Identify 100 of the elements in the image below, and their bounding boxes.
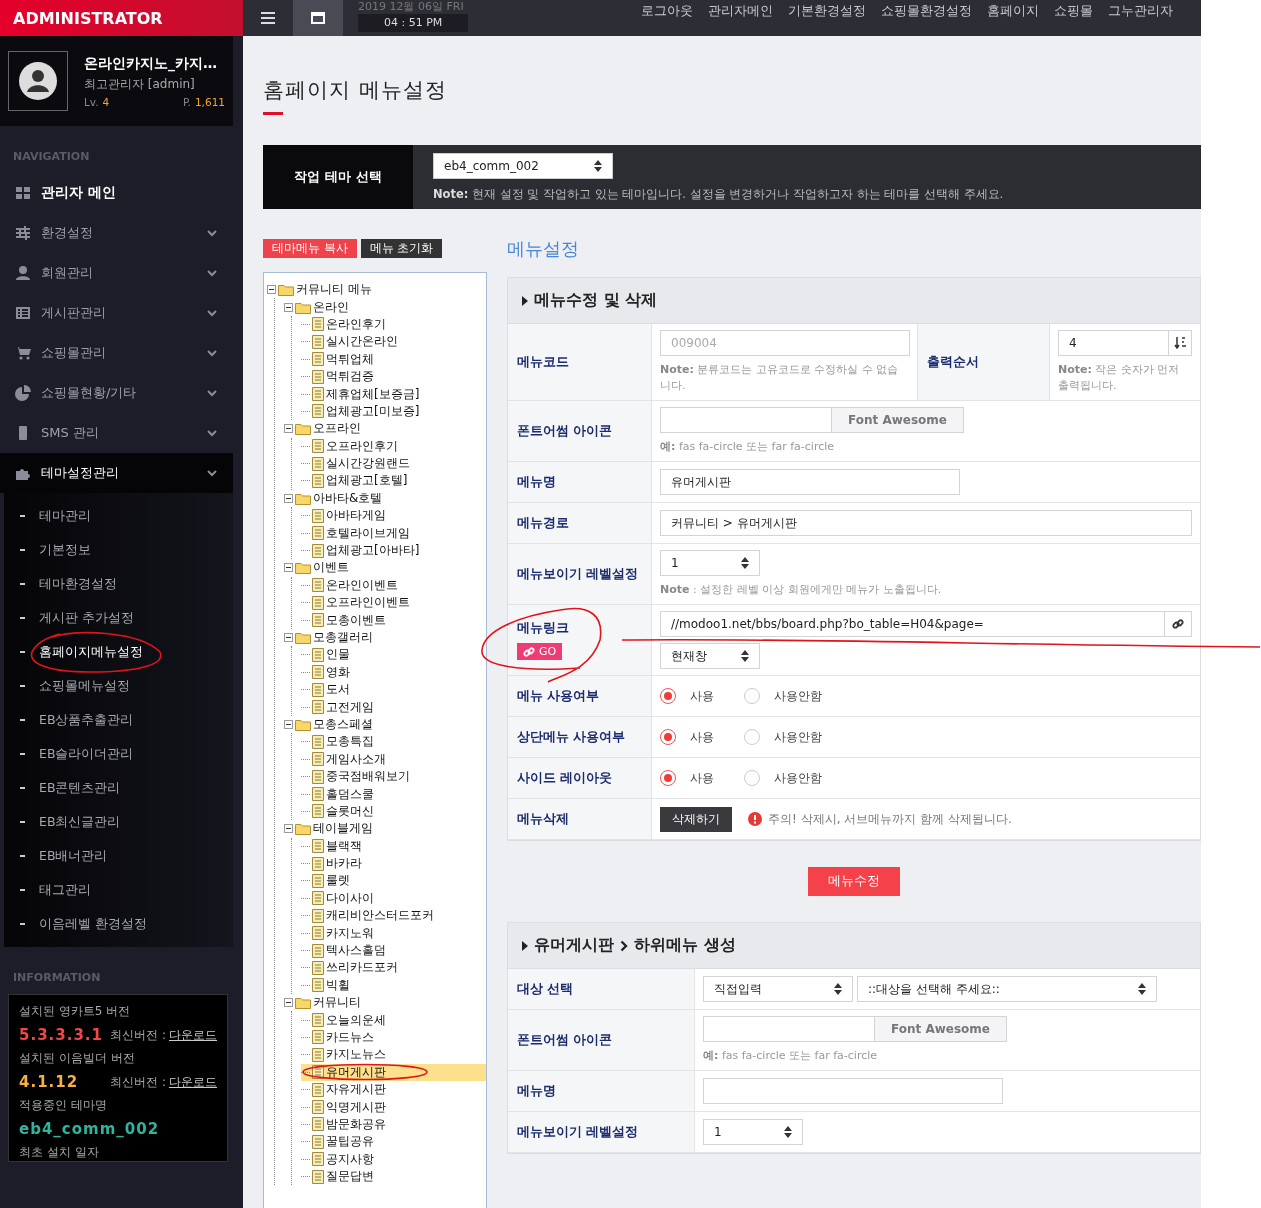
tree-node[interactable]: 모총이벤트 bbox=[301, 611, 486, 629]
nav-item[interactable]: 쇼핑몰현황/기타 bbox=[0, 373, 233, 413]
tree-toggle[interactable] bbox=[284, 633, 293, 642]
tree-node[interactable]: 테이블게임 bbox=[284, 820, 486, 838]
tree-node[interactable]: 익명게시판 bbox=[301, 1098, 486, 1116]
text-field[interactable] bbox=[660, 407, 832, 433]
tree-node[interactable]: 호텔라이브게임 bbox=[301, 524, 486, 542]
tree-node[interactable]: 오프라인후기 bbox=[301, 437, 486, 455]
tree-toggle[interactable] bbox=[284, 563, 293, 573]
reset-menu-button[interactable]: 메뉴 초기화 bbox=[360, 239, 443, 258]
tree-node[interactable]: 도서 bbox=[301, 681, 486, 699]
tree-node[interactable]: 텍사스홀덤 bbox=[301, 941, 486, 960]
tree-toggle[interactable] bbox=[284, 719, 293, 729]
tree-node[interactable]: 카드뉴스 bbox=[301, 1028, 486, 1047]
copy-menu-button[interactable]: 테마메뉴 복사 bbox=[263, 239, 357, 258]
theme-select[interactable]: eb4_comm_002 bbox=[433, 152, 613, 179]
go-button[interactable]: GO bbox=[517, 643, 563, 660]
nav-item[interactable]: 테마설정관리 bbox=[0, 453, 233, 493]
tree-node[interactable]: 오프라인이벤트 bbox=[301, 594, 486, 612]
tree-node[interactable]: 실시간온라인 bbox=[301, 333, 486, 351]
font-awesome-button[interactable]: Font Awesome bbox=[875, 1016, 1007, 1042]
nav-item[interactable]: 관리자 메인 bbox=[0, 173, 233, 213]
tree-node[interactable]: 실시간강원랜드 bbox=[301, 454, 486, 473]
tree-node[interactable]: 업체광고[아바타] bbox=[301, 541, 486, 560]
select-field[interactable]: 현재창 bbox=[660, 643, 760, 669]
menu-icon[interactable] bbox=[261, 12, 275, 24]
tree-node[interactable]: 모총특집 bbox=[301, 733, 486, 751]
submit-button[interactable]: 메뉴수정 bbox=[808, 867, 900, 896]
text-field[interactable]: //modoo1.net/bbs/board.php?bo_table=H04&page= bbox=[660, 611, 1166, 637]
tree-node[interactable]: 자유게시판 bbox=[301, 1080, 486, 1099]
top-nav-link[interactable]: 로그아웃 bbox=[641, 3, 693, 20]
submenu-item[interactable]: 테마환경설정 bbox=[4, 567, 233, 601]
submenu-item[interactable]: EB콘텐츠관리 bbox=[4, 771, 233, 805]
tree-node[interactable]: 아바타게임 bbox=[301, 507, 486, 525]
top-nav-link[interactable]: 그누관리자 bbox=[1108, 3, 1173, 20]
top-nav-link[interactable]: 기본환경설정 bbox=[788, 3, 866, 20]
tree-toggle[interactable] bbox=[284, 998, 293, 1008]
tree-toggle[interactable] bbox=[284, 493, 293, 503]
tree-toggle[interactable] bbox=[284, 424, 293, 434]
tree-toggle[interactable] bbox=[267, 285, 276, 295]
top-nav-link[interactable]: 관리자메인 bbox=[708, 3, 773, 20]
nav-item[interactable]: 환경설정 bbox=[0, 213, 233, 253]
text-field[interactable]: 유머게시판 bbox=[660, 469, 960, 495]
tree-node[interactable]: 룰렛 bbox=[301, 872, 486, 890]
tree-node[interactable]: 꿀팁공유 bbox=[301, 1133, 486, 1151]
tree-node[interactable]: 오프라인 bbox=[284, 420, 486, 438]
tree-node[interactable]: 슬롯머신 bbox=[301, 802, 486, 821]
tree-node[interactable]: 게임사소개 bbox=[301, 750, 486, 768]
radio-button[interactable] bbox=[744, 729, 760, 745]
tree-node[interactable]: 모총갤러리 bbox=[284, 628, 486, 647]
font-awesome-button[interactable]: Font Awesome bbox=[832, 407, 964, 433]
nav-item[interactable]: SMS 관리 bbox=[0, 413, 233, 453]
submenu-item[interactable]: 쇼핑몰메뉴설정 bbox=[4, 669, 233, 703]
tree-node[interactable]: 고전게임 bbox=[301, 698, 486, 716]
tree-node[interactable]: 업체광고[호텔] bbox=[301, 472, 486, 490]
submenu-item[interactable]: EB슬라이더관리 bbox=[4, 737, 233, 771]
tree-node[interactable]: 홀덤스쿨 bbox=[301, 785, 486, 803]
tree-node[interactable]: 오늘의운세 bbox=[301, 1011, 486, 1029]
submenu-item[interactable]: EB상품추출관리 bbox=[4, 703, 233, 737]
select-field[interactable]: ::대상을 선택해 주세요:: bbox=[857, 976, 1157, 1002]
radio-button[interactable] bbox=[744, 770, 760, 786]
tree-node[interactable]: 인물 bbox=[301, 646, 486, 664]
submenu-item[interactable]: 이음레벨 환경설정 bbox=[4, 907, 233, 941]
tree-node[interactable]: 빅휠 bbox=[301, 976, 486, 994]
nav-item[interactable]: 게시판관리 bbox=[0, 293, 233, 333]
radio-button[interactable] bbox=[744, 688, 760, 704]
submenu-item[interactable]: 기본정보 bbox=[4, 533, 233, 567]
tree-node[interactable]: 업체광고[미보증] bbox=[301, 402, 486, 421]
tree-node[interactable]: 밤문화공유 bbox=[301, 1115, 486, 1134]
radio-button[interactable] bbox=[660, 770, 676, 786]
tree-node[interactable]: 아바타&호텔 bbox=[284, 489, 486, 508]
tree-node[interactable]: 먹튀검증 bbox=[301, 367, 486, 386]
tree-node[interactable]: 다이사이 bbox=[301, 889, 486, 908]
tree-node[interactable]: 온라인후기 bbox=[301, 315, 486, 334]
radio-button[interactable] bbox=[660, 729, 676, 745]
tree-node[interactable]: 바카라 bbox=[301, 854, 486, 873]
tree-node[interactable]: 온라인 bbox=[284, 298, 486, 316]
top-nav-link[interactable]: 쇼핑몰 bbox=[1054, 3, 1093, 20]
top-nav-link[interactable]: 홈페이지 bbox=[987, 3, 1039, 20]
link-button[interactable] bbox=[1165, 611, 1192, 637]
tree-node[interactable]: 커뮤니티 메뉴 bbox=[267, 281, 486, 299]
tree-node[interactable]: 카지노워 bbox=[301, 924, 486, 942]
submenu-item[interactable]: 홈페이지메뉴설정 bbox=[4, 635, 233, 669]
tree-node[interactable]: 영화 bbox=[301, 663, 486, 681]
submenu-item[interactable]: EB최신글관리 bbox=[4, 805, 233, 839]
tree-node[interactable]: 카지노뉴스 bbox=[301, 1046, 486, 1064]
tree-toggle[interactable] bbox=[284, 302, 293, 312]
select-field[interactable]: 직접입력 bbox=[703, 976, 853, 1002]
sort-button[interactable] bbox=[1169, 330, 1192, 356]
top-nav-link[interactable]: 쇼핑몰환경설정 bbox=[881, 3, 972, 20]
window-icon[interactable] bbox=[311, 12, 325, 24]
submenu-item[interactable]: 게시판 추가설정 bbox=[4, 601, 233, 635]
tree-node[interactable]: 커뮤니티 bbox=[284, 994, 486, 1012]
text-field[interactable]: 커뮤니티 > 유머게시판 bbox=[660, 510, 1192, 536]
submenu-item[interactable]: 테마관리 bbox=[4, 499, 233, 533]
nav-item[interactable]: 회원관리 bbox=[0, 253, 233, 293]
tree-toggle[interactable] bbox=[284, 824, 293, 834]
tree-node[interactable]: 중국점배워보기 bbox=[301, 767, 486, 786]
text-field[interactable] bbox=[703, 1016, 875, 1042]
submenu-item[interactable]: 태그관리 bbox=[4, 873, 233, 907]
